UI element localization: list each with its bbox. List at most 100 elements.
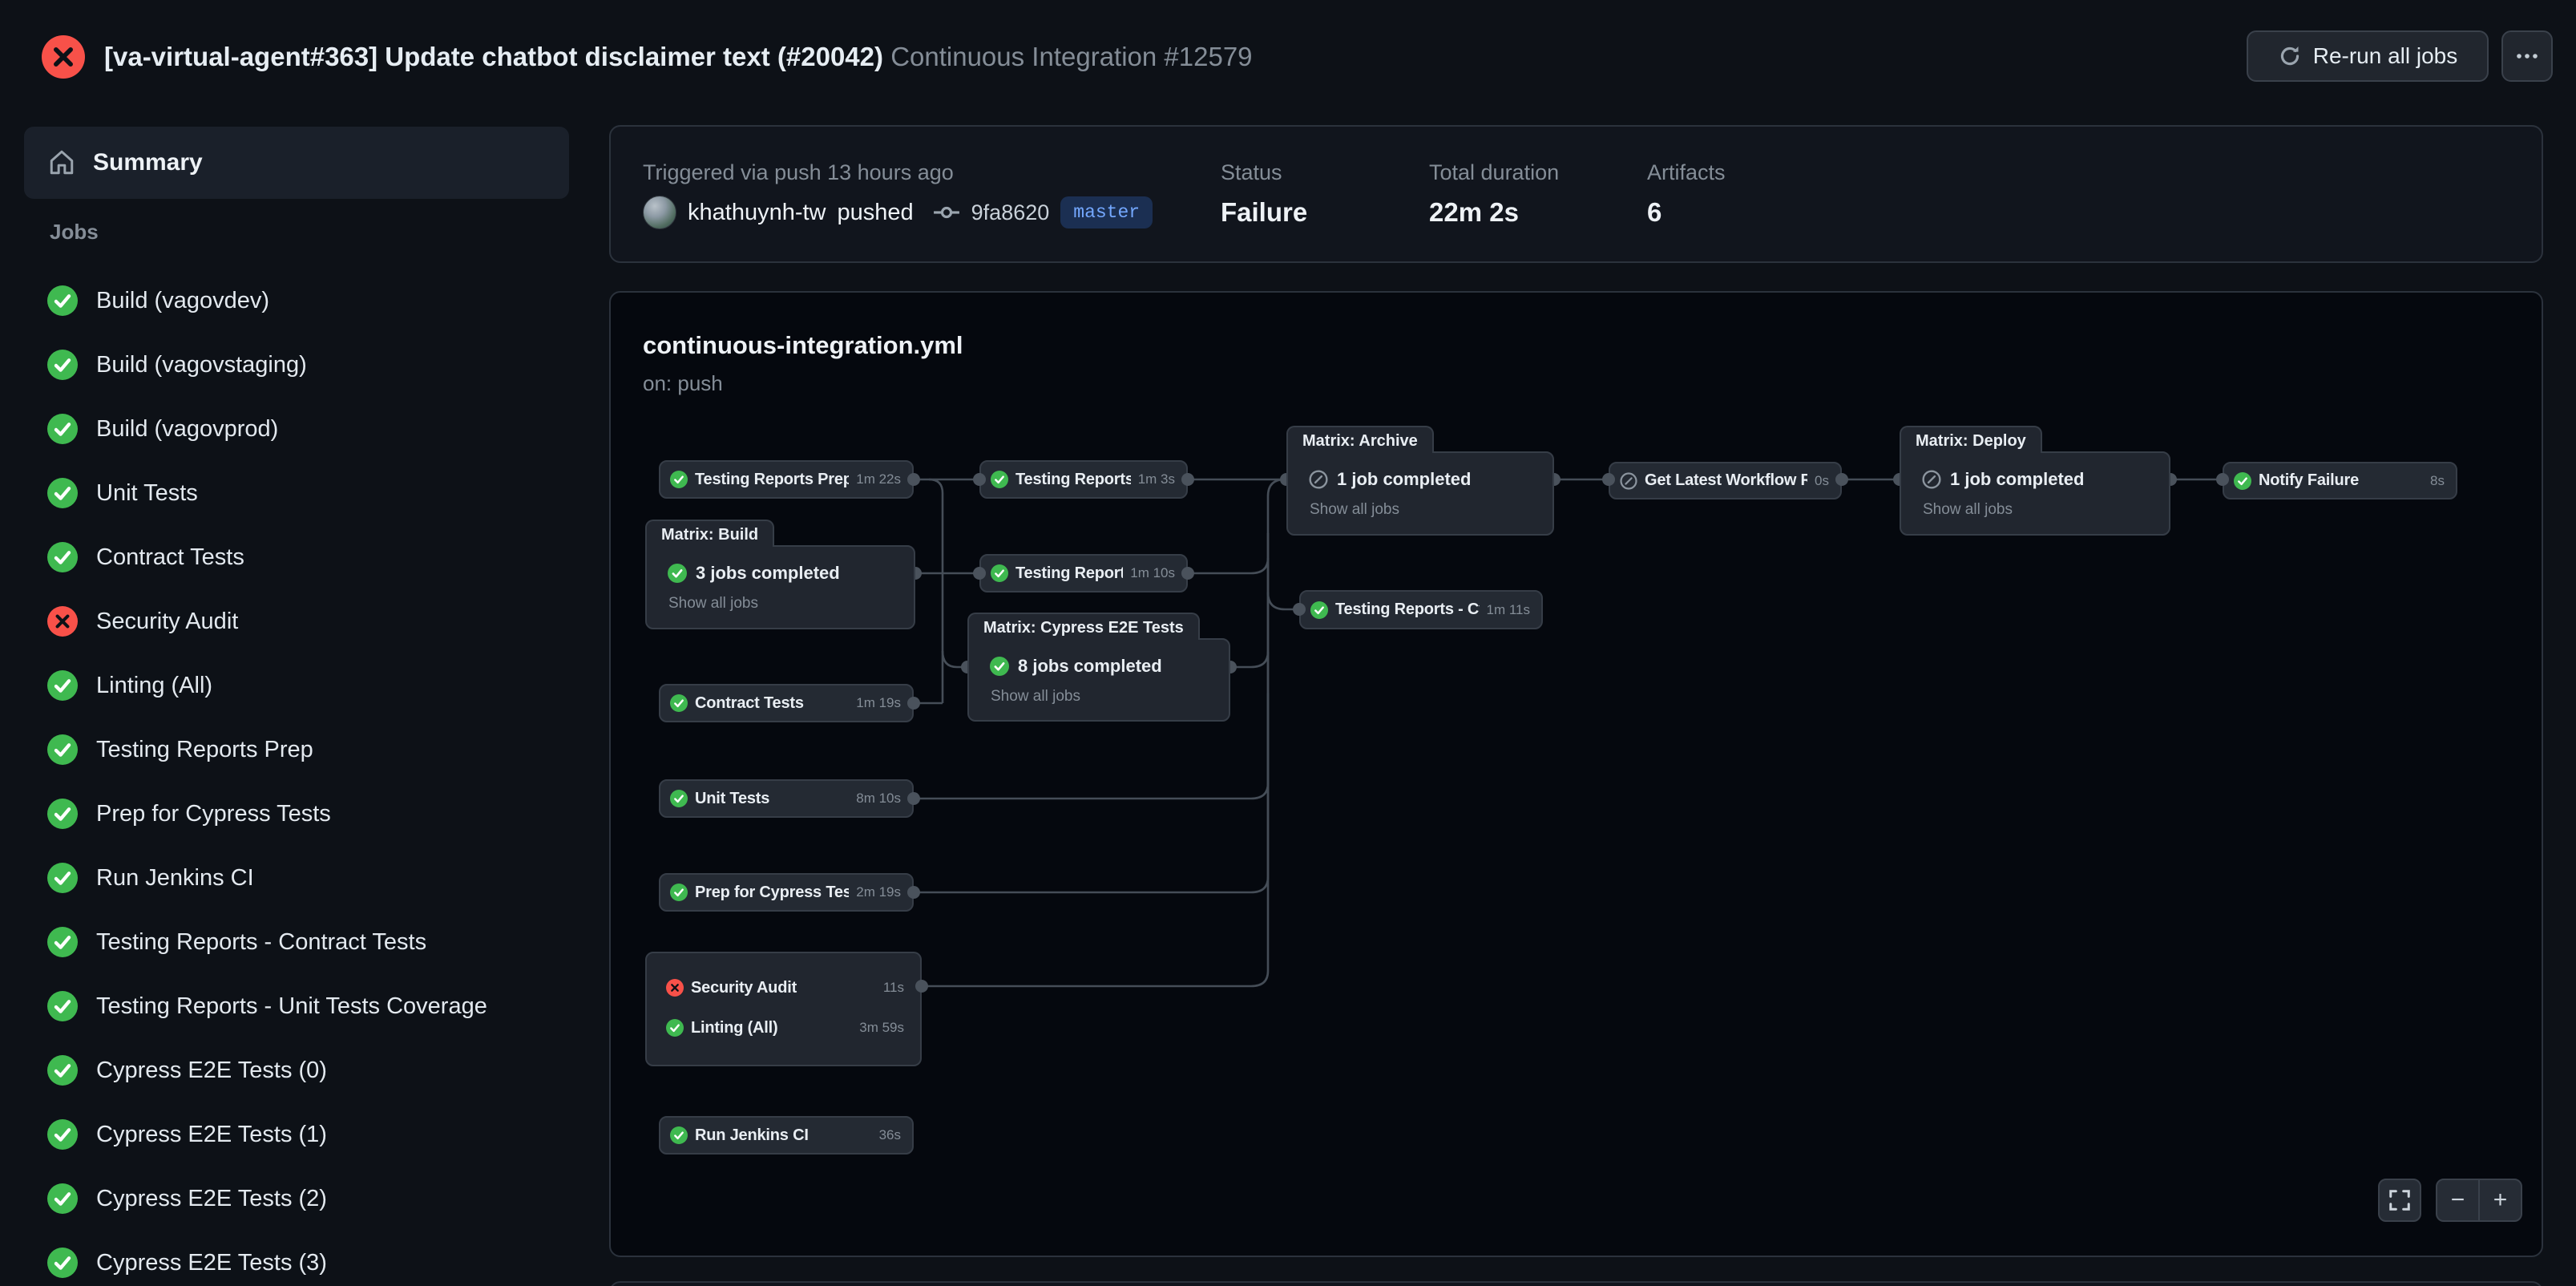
node-label: Unit Tests [695, 790, 849, 808]
sidebar-job-cypress-e2e-tests-0-[interactable]: Cypress E2E Tests (0) [0, 1038, 593, 1102]
show-all-jobs-link[interactable]: Show all jobs [1923, 501, 2169, 519]
job-label: Build (vagovdev) [96, 288, 269, 314]
node-duration: 2m 19s [856, 884, 901, 900]
actor-avatar[interactable] [643, 196, 676, 229]
job-label: Run Jenkins CI [96, 865, 254, 892]
graph-node-testing-reports-cypress[interactable]: Testing Reports - Cypr...1m 11s [1299, 590, 1543, 629]
graph-node-testing-reports-contract[interactable]: Testing Reports - Contr...1m 3s [979, 460, 1188, 499]
sidebar-job-cypress-e2e-tests-3-[interactable]: Cypress E2E Tests (3) [0, 1231, 593, 1286]
graph-node-matrix-archive[interactable]: Matrix: Archive1 job completedShow all j… [1286, 426, 1554, 536]
check-circle-icon [47, 734, 78, 765]
job-label: Testing Reports - Unit Tests Coverage [96, 993, 487, 1020]
graph-node-matrix-deploy[interactable]: Matrix: Deploy1 job completedShow all jo… [1900, 426, 2170, 536]
workflow-graph-canvas[interactable]: Testing Reports Prep 1m 22s Matrix: Build3… [611, 293, 2543, 1257]
job-label: Unit Tests [96, 480, 198, 507]
sidebar-item-summary[interactable]: Summary [24, 127, 569, 199]
x-circle-icon [42, 35, 85, 79]
graph-node-testing-reports-unit[interactable]: Testing Reports - Unit ...1m 10s [979, 554, 1188, 592]
job-list: Build (vagovdev) Build (vagovstaging) Buil… [0, 269, 593, 1286]
sidebar-job-cypress-e2e-tests-2-[interactable]: Cypress E2E Tests (2) [0, 1167, 593, 1231]
branch-badge[interactable]: master [1060, 196, 1153, 228]
slash-circle-icon [1922, 470, 1941, 489]
graph-node-matrix-cypress[interactable]: Matrix: Cypress E2E Tests8 jobs complete… [967, 613, 1230, 722]
check-circle-icon [670, 884, 688, 901]
duration-label: Total duration [1429, 160, 1559, 185]
sidebar-job-testing-reports-unit-tests-coverage[interactable]: Testing Reports - Unit Tests Coverage [0, 974, 593, 1038]
jobs-section-label: Jobs [50, 220, 99, 245]
node-duration: 1m 22s [856, 471, 901, 487]
sidebar-job-build-vagovdev-[interactable]: Build (vagovdev) [0, 269, 593, 333]
commit-sha-link[interactable]: 9fa8620 [971, 200, 1050, 225]
sidebar-job-testing-reports-contract-tests[interactable]: Testing Reports - Contract Tests [0, 910, 593, 974]
check-circle-icon [670, 471, 688, 488]
artifacts-value: 6 [1647, 197, 1661, 228]
actor-link[interactable]: khathuynh-tw [688, 200, 826, 226]
x-circle-icon [47, 606, 78, 637]
rerun-all-jobs-button[interactable]: Re-run all jobs [2247, 30, 2489, 82]
graph-node-notify-failure[interactable]: Notify Failure8s [2223, 462, 2457, 499]
status-value: Failure [1221, 197, 1307, 228]
job-label: Testing Reports - Contract Tests [96, 929, 426, 956]
check-circle-icon [47, 799, 78, 829]
graph-edges [611, 293, 2543, 1257]
group-job-row[interactable]: Linting (All)3m 59s [647, 1008, 920, 1048]
slash-circle-icon [1309, 470, 1328, 489]
check-circle-icon [47, 927, 78, 957]
job-label: Build (vagovstaging) [96, 352, 307, 378]
node-duration: 36s [879, 1127, 901, 1143]
node-duration: 1m 3s [1138, 471, 1175, 487]
matrix-tab-label: Matrix: Deploy [1900, 426, 2042, 453]
sidebar-job-prep-for-cypress-tests[interactable]: Prep for Cypress Tests [0, 782, 593, 846]
show-all-jobs-link[interactable]: Show all jobs [1310, 501, 1552, 519]
graph-node-matrix-build[interactable]: Matrix: Build3 jobs completedShow all jo… [645, 520, 915, 629]
sidebar-job-contract-tests[interactable]: Contract Tests [0, 525, 593, 589]
check-circle-icon [47, 1055, 78, 1086]
sidebar-job-testing-reports-prep[interactable]: Testing Reports Prep [0, 718, 593, 782]
graph-node-run-jenkins-ci[interactable]: Run Jenkins CI36s [659, 1116, 914, 1155]
check-circle-icon [670, 694, 688, 712]
rerun-label: Re-run all jobs [2313, 43, 2458, 69]
show-all-jobs-link[interactable]: Show all jobs [991, 688, 1229, 706]
graph-fit-to-screen-button[interactable] [2378, 1179, 2421, 1222]
slash-circle-icon [1620, 472, 1637, 490]
node-duration: 1m 10s [1130, 565, 1175, 581]
node-duration: 3m 59s [859, 1020, 904, 1036]
sidebar-job-unit-tests[interactable]: Unit Tests [0, 461, 593, 525]
run-sidebar: Summary Jobs Build (vagovdev)Build (vago… [0, 120, 593, 1286]
zoom-out-button[interactable]: − [2437, 1180, 2480, 1220]
run-options-kebab-button[interactable] [2501, 30, 2553, 82]
home-icon [48, 149, 75, 176]
commit-row: khathuynh-tw pushed 9fa8620 master [643, 194, 1153, 231]
check-circle-icon [991, 564, 1008, 582]
node-label: Testing Reports Prep [695, 471, 849, 489]
graph-node-testing-reports-prep[interactable]: Testing Reports Prep 1m 22s [659, 460, 914, 499]
sync-icon [2278, 44, 2302, 68]
group-job-row[interactable]: Security Audit11s [647, 968, 920, 1008]
run-header: [va-virtual-agent#363] Update chatbot di… [0, 0, 2576, 120]
run-title: [va-virtual-agent#363] Update chatbot di… [104, 42, 883, 71]
graph-node-contract-tests[interactable]: Contract Tests1m 19s [659, 684, 914, 722]
next-panel-edge [609, 1281, 2543, 1286]
graph-node-security-linting-group[interactable]: Security Audit11sLinting (All)3m 59s [645, 952, 922, 1066]
duration-value: 22m 2s [1429, 197, 1519, 228]
job-label: Security Audit [96, 609, 238, 635]
check-circle-icon [670, 1126, 688, 1144]
zoom-in-button[interactable]: + [2480, 1180, 2521, 1220]
sidebar-job-cypress-e2e-tests-1-[interactable]: Cypress E2E Tests (1) [0, 1102, 593, 1167]
check-circle-icon [666, 1019, 684, 1037]
sidebar-job-linting-all-[interactable]: Linting (All) [0, 653, 593, 718]
job-label: Cypress E2E Tests (2) [96, 1186, 327, 1212]
check-circle-icon [47, 863, 78, 893]
sidebar-job-run-jenkins-ci[interactable]: Run Jenkins CI [0, 846, 593, 910]
matrix-summary: 1 job completed [1337, 469, 1471, 490]
check-circle-icon [670, 790, 688, 807]
graph-node-get-latest-workflow-run[interactable]: Get Latest Workflow Run N...0s [1609, 462, 1842, 499]
graph-node-unit-tests[interactable]: Unit Tests8m 10s [659, 779, 914, 818]
sidebar-job-security-audit[interactable]: Security Audit [0, 589, 593, 653]
sidebar-job-build-vagovstaging-[interactable]: Build (vagovstaging) [0, 333, 593, 397]
show-all-jobs-link[interactable]: Show all jobs [668, 595, 914, 613]
graph-node-prep-for-cypress-tests[interactable]: Prep for Cypress Tests2m 19s [659, 873, 914, 912]
graph-zoom-control: − + [2436, 1179, 2522, 1222]
sidebar-job-build-vagovprod-[interactable]: Build (vagovprod) [0, 397, 593, 461]
workflow-graph-panel: continuous-integration.yml on: push Test… [609, 291, 2543, 1257]
